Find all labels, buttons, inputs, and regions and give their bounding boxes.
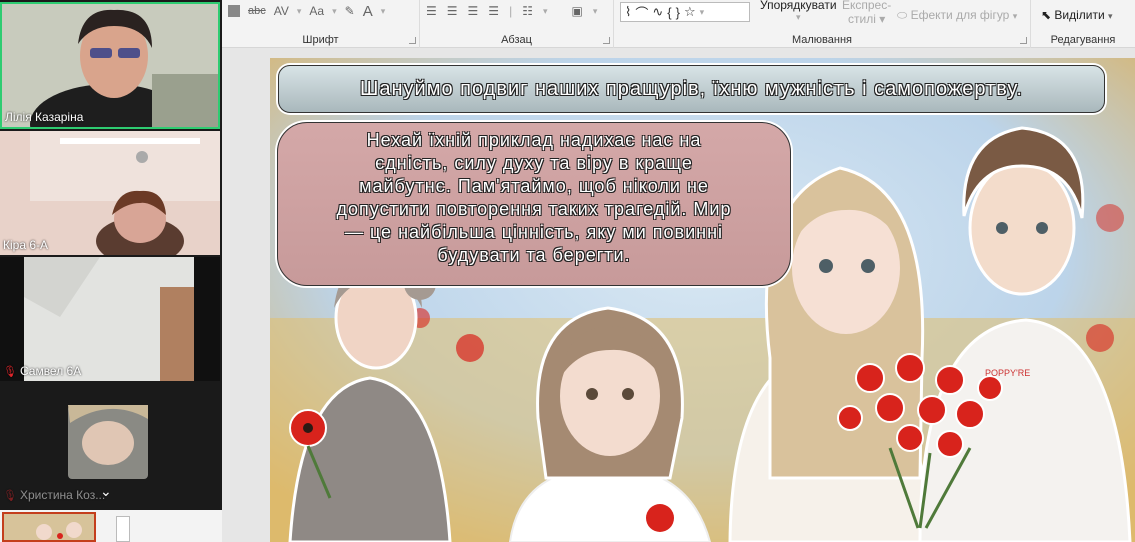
character-spacing-button[interactable]: AV (274, 4, 289, 18)
select-label: Виділити (1054, 8, 1105, 22)
chevron-down-icon[interactable]: ▾ (297, 6, 302, 17)
arrange-button[interactable]: Упорядкувати ▾ (760, 0, 837, 23)
quick-styles-label: Експрес- (842, 0, 892, 12)
font-color-button[interactable]: A (363, 3, 373, 20)
change-case-button[interactable]: Aa (309, 4, 324, 18)
chevron-down-icon[interactable]: ▾ (332, 6, 337, 17)
slide[interactable]: POPPY'RE Шануймо подвиг наших пращурів, … (270, 58, 1135, 542)
thumbnail-scrollbar[interactable] (116, 516, 130, 542)
bubble-line: майбутнє. Пам'ятаймо, щоб ніколи не (359, 176, 709, 196)
thumbnail-image (4, 514, 94, 540)
ribbon-group-label: Абзац (501, 34, 532, 46)
participant-tile[interactable]: Лілія Казаріна (0, 2, 220, 129)
bubble-line: допустити повторення таких трагедій. Мир (336, 199, 732, 219)
participant-name: Лілія Казаріна (5, 110, 84, 124)
effects-icon: ⬭ (897, 8, 908, 22)
align-right-icon[interactable]: ☰ (468, 4, 479, 18)
participant-tile[interactable]: 🎙 Христина Коз... ⌄ (0, 383, 220, 510)
smartart-icon[interactable]: ▣ (571, 4, 582, 18)
chevron-down-icon[interactable]: ▾ (700, 7, 705, 18)
wave-icon[interactable]: ∿ (652, 4, 663, 20)
chevron-down-icon: ▾ (796, 12, 801, 22)
quick-styles-label-2: стилі ▾ (848, 12, 886, 26)
star-icon[interactable]: ☆ (684, 4, 696, 20)
participant-name: 🎙 Самвел 6А (3, 364, 81, 378)
columns-icon[interactable]: ☷ (522, 4, 533, 18)
align-left-icon[interactable]: ☰ (426, 4, 437, 18)
bubble-line: будувати та берегти. (437, 245, 631, 265)
chevron-down-icon[interactable]: ▾ (543, 6, 548, 17)
participant-tile[interactable]: 🎙 Самвел 6А (0, 257, 220, 381)
highlight-icon[interactable]: ✎ (345, 4, 355, 18)
slide-thumbnail-strip (0, 510, 222, 542)
dialog-launcher-icon[interactable] (409, 37, 416, 44)
mic-off-icon: 🎙 (3, 366, 17, 378)
strikethrough-button[interactable]: abc (248, 5, 266, 17)
ribbon-group-label: Редагування (1050, 34, 1116, 46)
brace-left-icon[interactable]: { (667, 5, 671, 20)
chevron-down-icon: ▾ (1108, 11, 1113, 21)
chevron-down-icon[interactable]: ⌄ (100, 483, 112, 500)
participant-video (0, 257, 220, 381)
ribbon-group-drawing: ⌇ ⌒ ∿ { } ☆ ▾ Упорядкувати ▾ Експрес- ст… (614, 0, 1031, 48)
cursor-icon: ⬉ (1041, 8, 1052, 22)
ribbon-group-font: abc AV ▾ Aa ▾ ✎ A ▾ Шрифт (222, 0, 420, 48)
slide-canvas: POPPY'RE Шануймо подвиг наших пращурів, … (222, 48, 1135, 542)
arrange-label: Упорядкувати (760, 0, 837, 12)
chevron-down-icon[interactable]: ▾ (593, 6, 598, 17)
ribbon: abc AV ▾ Aa ▾ ✎ A ▾ Шрифт ☰ ☰ ☰ ☰ | ☷ ▾ … (222, 0, 1135, 48)
slide-thumbnail[interactable] (2, 512, 96, 542)
slide-banner[interactable]: Шануймо подвиг наших пращурів, їхню мужн… (278, 65, 1105, 113)
participant-name: Кіра 6-А (3, 238, 49, 252)
mic-off-icon: 🎙 (3, 490, 17, 502)
font-color-icon[interactable] (228, 5, 240, 17)
arc-icon[interactable]: ⌒ (635, 3, 648, 22)
participant-name: 🎙 Христина Коз... (3, 488, 105, 502)
shape-effects-label: Ефекти для фігур (910, 8, 1010, 22)
participant-video (0, 131, 220, 255)
shape-effects-button[interactable]: ⬭ Ефекти для фігур ▾ (897, 8, 1017, 23)
bubble-line: — це найбільша цінність, яку ми повинні (344, 222, 724, 242)
ribbon-group-label: Шрифт (302, 34, 339, 46)
shirt-text: POPPY'RE (985, 368, 1030, 378)
quick-styles-button[interactable]: Експрес- стилі ▾ (842, 0, 891, 26)
curve-icon[interactable]: ⌇ (625, 4, 631, 20)
participant-name-text: Самвел 6А (19, 364, 82, 378)
dialog-launcher-icon[interactable] (1020, 37, 1027, 44)
chevron-down-icon: ▾ (1012, 11, 1018, 21)
justify-icon[interactable]: ☰ (488, 4, 499, 18)
participant-tile[interactable]: Кіра 6-А (0, 131, 220, 255)
participants-panel: Лілія Казаріна Кіра 6-А 🎙 Самвел 6А 🎙 Хр… (0, 0, 222, 510)
align-center-icon[interactable]: ☰ (447, 4, 458, 18)
select-button[interactable]: ⬉ Виділити ▾ (1041, 8, 1113, 22)
brace-right-icon[interactable]: } (676, 5, 680, 20)
slide-text-bubble[interactable]: Нехай їхній приклад надихає нас на єдніс… (277, 122, 791, 286)
bubble-line: єдність, силу духу та віру в краще (375, 153, 693, 173)
dialog-launcher-icon[interactable] (603, 37, 610, 44)
ribbon-group-paragraph: ☰ ☰ ☰ ☰ | ☷ ▾ ▣ ▾ Абзац (420, 0, 614, 48)
shapes-gallery[interactable]: ⌇ ⌒ ∿ { } ☆ ▾ (620, 2, 750, 22)
screen: abc AV ▾ Aa ▾ ✎ A ▾ Шрифт ☰ ☰ ☰ ☰ | ☷ ▾ … (0, 0, 1135, 542)
bubble-line: Нехай їхній приклад надихає нас на (366, 130, 702, 150)
ribbon-group-editing: ⬉ Виділити ▾ Редагування (1031, 0, 1135, 48)
participant-video (2, 4, 218, 127)
chevron-down-icon[interactable]: ▾ (381, 6, 386, 17)
participant-name-text: Христина Коз... (19, 488, 106, 502)
divider: | (509, 4, 513, 18)
ribbon-group-label: Малювання (791, 34, 853, 46)
